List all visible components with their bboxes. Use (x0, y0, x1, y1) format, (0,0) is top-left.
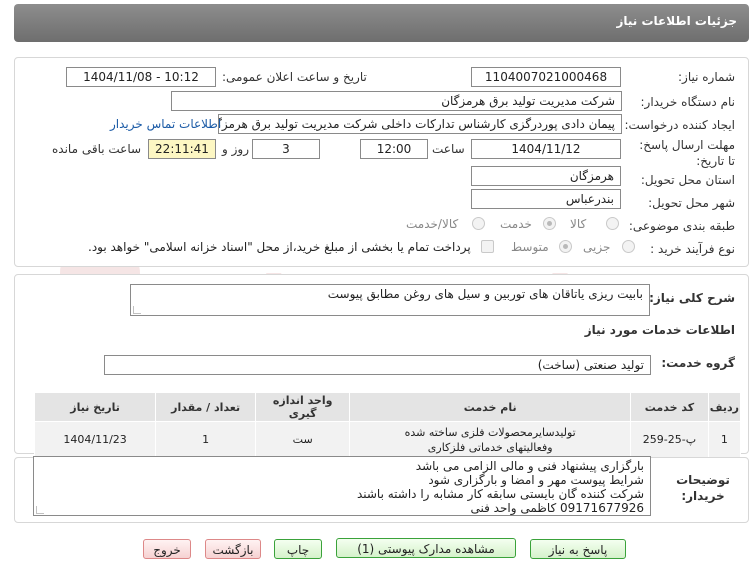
services-table: ردیف کد خدمت نام خدمت واحد اندازه گیری ت… (33, 392, 742, 458)
general-desc-field: بابیت ریزی یاتاقان های توربین و سیل های … (130, 284, 650, 316)
buyer-contact-link[interactable]: اطلاعات تماس خریدار (110, 117, 221, 131)
process-type-label: نوع فرآیند خرید : (650, 242, 735, 256)
col-unit: واحد اندازه گیری (255, 392, 351, 422)
province-field: هرمزگان (471, 166, 621, 186)
reply-to-need-button[interactable]: پاسخ به نیاز (530, 539, 626, 559)
process-option-medium: متوسط (511, 240, 549, 254)
buyer-org-field: شرکت مدیریت تولید برق هرمزگان (171, 91, 622, 111)
creator-label: ایجاد کننده درخواست: (624, 118, 735, 132)
cell-unit: ست (255, 421, 351, 458)
city-label: شهر محل تحویل: (648, 196, 735, 210)
need-number-label: شماره نیاز: (678, 70, 735, 84)
table-header-row: ردیف کد خدمت نام خدمت واحد اندازه گیری ت… (33, 392, 742, 422)
need-number-field: 1104007021000468 (471, 67, 621, 87)
category-radio-goods-service[interactable] (472, 217, 485, 230)
col-service-name: نام خدمت (349, 392, 632, 422)
deadline-time-label: ساعت (432, 142, 465, 156)
process-radio-medium[interactable] (559, 240, 572, 253)
note-line: بارگزاری پیشنهاد فنی و مالی الزامی می با… (415, 459, 644, 473)
service-group-field: تولید صنعتی (ساخت) (104, 355, 651, 375)
exit-button[interactable]: خروج (143, 539, 191, 559)
deadline-time-field: 12:00 (360, 139, 428, 159)
deadline-date-field: 1404/11/12 (471, 139, 621, 159)
remaining-time-field: 22:11:41 (148, 139, 216, 159)
page-title: جزئیات اطلاعات نیاز (616, 14, 737, 28)
col-service-code: کد خدمت (630, 392, 709, 422)
resize-handle-icon[interactable] (133, 306, 141, 314)
general-desc-text: بابیت ریزی یاتاقان های توربین و سیل های … (327, 287, 643, 301)
col-row-number: ردیف (707, 392, 742, 422)
days-label: روز و (222, 142, 249, 156)
print-button[interactable]: چاپ (274, 539, 322, 559)
process-radio-minor[interactable] (622, 240, 635, 253)
process-option-minor: جزیی (583, 240, 611, 254)
deadline-label: مهلت ارسال پاسخ: تا تاریخ: (639, 138, 735, 168)
cell-row-number: 1 (707, 421, 742, 458)
cell-need-date: 1404/11/23 (33, 421, 157, 458)
note-line: شرکت کننده گان بایستی سابقه کار مشابه را… (356, 487, 644, 501)
days-field: 3 (252, 139, 320, 159)
treasury-payment-note: پرداخت تمام یا بخشی از مبلغ خرید،از محل … (88, 240, 471, 254)
city-field: بندرعباس (471, 189, 621, 209)
general-desc-label: شرح کلی نیاز: (649, 291, 735, 305)
announce-datetime-label: تاریخ و ساعت اعلان عمومی: (222, 70, 367, 84)
back-button[interactable]: بازگشت (205, 539, 261, 559)
col-quantity: تعداد / مقدار (155, 392, 257, 422)
category-label: طبقه بندی موضوعی: (628, 219, 735, 233)
province-label: استان محل تحویل: (640, 173, 735, 187)
cell-quantity: 1 (155, 421, 257, 458)
col-need-date: تاریخ نیاز (33, 392, 157, 422)
view-attachments-button[interactable]: مشاهده مدارک پیوستی (1) (336, 538, 516, 558)
note-line: شرایط پیوست مهر و امضا و بارگزاری شود (428, 473, 644, 487)
remaining-label: ساعت باقی مانده (52, 142, 142, 156)
category-radio-goods[interactable] (606, 217, 619, 230)
category-option-goods-service: کالا/خدمت (406, 217, 459, 231)
note-line: 09171677926 کاظمی واحد فنی (470, 501, 645, 515)
buyer-notes-label: توضیحات خریدار: (676, 473, 730, 503)
table-row: 1 پ-25-259 تولیدسایرمحصولات فلزی ساخته ش… (33, 421, 742, 458)
buyer-notes-field: بارگزاری پیشنهاد فنی و مالی الزامی می با… (33, 456, 651, 516)
cell-service-code: پ-25-259 (630, 421, 709, 458)
cell-service-name: تولیدسایرمحصولات فلزی ساخته شده وفعالیته… (349, 421, 632, 458)
category-radio-service[interactable] (543, 217, 556, 230)
creator-field: پیمان دادی پوردرگزی کارشناس تدارکات داخل… (218, 114, 622, 134)
announce-datetime-field: 1404/11/08 - 10:12 (66, 67, 216, 87)
page-header: جزئیات اطلاعات نیاز (14, 4, 749, 42)
services-info-heading: اطلاعات خدمات مورد نیاز (584, 323, 735, 337)
category-option-service: خدمت (500, 217, 532, 231)
category-option-goods: کالا (570, 217, 587, 231)
resize-handle-icon[interactable] (36, 506, 44, 514)
service-group-label: گروه خدمت: (661, 356, 735, 370)
treasury-payment-checkbox[interactable] (481, 240, 494, 253)
buyer-org-label: نام دستگاه خریدار: (640, 95, 736, 109)
